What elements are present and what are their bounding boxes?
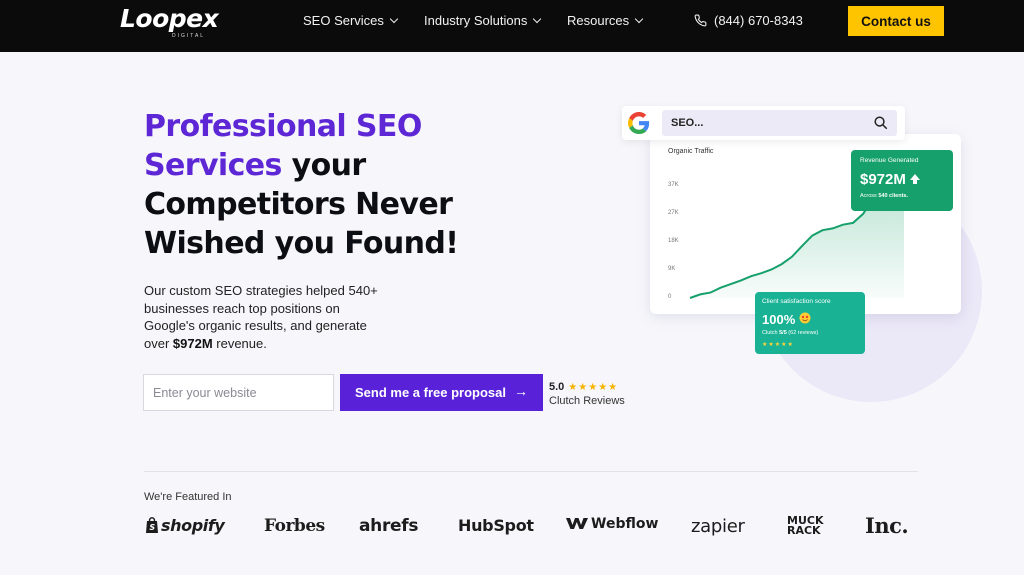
ahrefs-logo: ahrefs	[359, 516, 419, 536]
satisfaction-note-text: Clutch	[762, 330, 780, 336]
rating-stars-icon: ★★★★★	[568, 382, 619, 393]
proposal-button-label: Send me a free proposal	[355, 385, 506, 400]
forbes-logo: Forbes	[264, 516, 325, 536]
muck-rack-logo: MUCK RACK	[787, 514, 824, 537]
svg-text:S: S	[149, 523, 155, 532]
up-arrow-icon	[910, 174, 921, 184]
description-revenue: $972M	[172, 335, 213, 351]
section-divider	[144, 471, 918, 472]
hubspot-logo: HubSpot	[458, 516, 534, 535]
nav-item-label: SEO Services	[303, 13, 384, 28]
free-proposal-button[interactable]: Send me a free proposal →	[340, 374, 543, 411]
description-end: revenue.	[212, 335, 267, 351]
search-input[interactable]: SEO...	[662, 110, 897, 136]
phone-icon	[694, 14, 707, 27]
satisfaction-title: Client satisfaction score	[762, 298, 831, 305]
arrow-right-icon: →	[514, 383, 528, 399]
webflow-w-icon	[566, 518, 588, 529]
satisfaction-stars-icon: ★★★★★	[762, 342, 794, 348]
brand-name: Webflow	[591, 516, 659, 532]
rating-score: 5.0	[549, 381, 565, 393]
satisfaction-value: 100%	[762, 312, 796, 327]
satisfaction-value-row: 100%	[762, 312, 811, 327]
satisfaction-note: Clutch 5/5 (62 reviews)	[762, 330, 818, 336]
nav-item-seo-services[interactable]: SEO Services	[303, 13, 399, 28]
chevron-down-icon	[389, 14, 399, 24]
website-input[interactable]	[143, 374, 334, 411]
star-struck-icon	[799, 312, 811, 324]
search-query: SEO...	[671, 117, 704, 129]
shopify-logo: Sshopify	[145, 516, 225, 535]
zapier-logo: zapier	[691, 516, 745, 537]
top-navigation-bar: Loopex DIGITAL SEO Services Industry Sol…	[0, 0, 1024, 52]
nav-item-resources[interactable]: Resources	[567, 13, 644, 28]
brand-name: shopify	[161, 516, 225, 535]
revenue-note-text: Across	[860, 193, 879, 199]
nav-item-label: Industry Solutions	[424, 13, 528, 28]
search-icon[interactable]	[873, 115, 888, 130]
satisfaction-note-end: (62 reviews)	[786, 330, 819, 336]
revenue-value: $972M	[860, 171, 906, 188]
logo-subtitle: DIGITAL	[172, 33, 206, 39]
client-satisfaction-card: Client satisfaction score 100% Clutch 5/…	[755, 292, 865, 354]
revenue-note: Across 540 clients.	[860, 193, 908, 199]
loopex-logo[interactable]: Loopex DIGITAL	[120, 4, 220, 42]
google-search-bar: SEO...	[622, 106, 905, 140]
chevron-down-icon	[533, 14, 542, 24]
contact-us-button[interactable]: Contact us	[848, 6, 944, 36]
inc-logo: Inc.	[865, 513, 909, 538]
phone-number: (844) 670-8343	[714, 13, 803, 28]
revenue-note-bold: 540 clients.	[878, 193, 909, 199]
clutch-rating: 5.0 ★★★★★ Clutch Reviews	[549, 381, 625, 407]
logo-wordmark: Loopex	[120, 4, 219, 33]
shopify-bag-icon: S	[146, 517, 158, 533]
webflow-logo: Webflow	[566, 516, 658, 532]
hero-headline: Professional SEO Services your Competito…	[144, 107, 524, 263]
chevron-down-icon	[634, 14, 644, 24]
featured-in-label: We're Featured In	[144, 491, 232, 503]
google-g-icon	[628, 112, 650, 134]
nav-item-industry-solutions[interactable]: Industry Solutions	[424, 13, 542, 28]
hero-description: Our custom SEO strategies helped 540+ bu…	[144, 282, 384, 352]
revenue-value-row: $972M	[860, 171, 921, 188]
nav-item-label: Resources	[567, 13, 630, 28]
revenue-title: Revenue Generated	[860, 157, 919, 164]
phone-link[interactable]: (844) 670-8343	[694, 13, 803, 28]
revenue-generated-card: Revenue Generated $972M Across 540 clien…	[851, 150, 953, 211]
rating-label: Clutch Reviews	[549, 395, 625, 407]
satisfaction-note-bold: 5/5	[779, 330, 787, 336]
